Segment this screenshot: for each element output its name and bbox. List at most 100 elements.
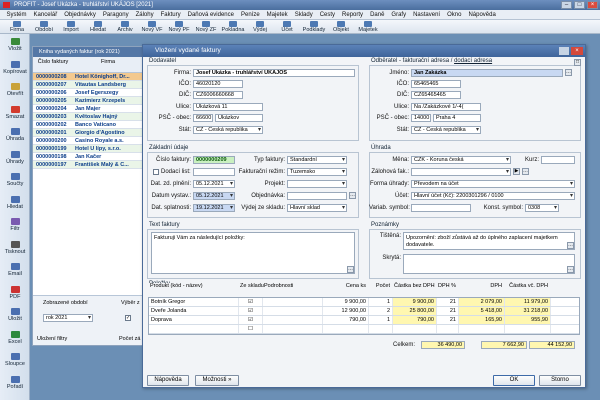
table-row[interactable]: 0000000198 Jan Kačer	[33, 153, 149, 161]
menu-item-0[interactable]: Systém	[3, 12, 30, 18]
toolbar-button-3[interactable]: Hledat	[85, 21, 111, 33]
currency-select[interactable]: CZK - Koruna česká	[411, 156, 511, 164]
menu-item-15[interactable]: Okno	[444, 12, 465, 18]
item-cell-4[interactable]: 2	[369, 307, 393, 315]
order-field[interactable]	[287, 192, 347, 200]
table-row[interactable]: 0000000206 Josef Egerszegy	[33, 89, 149, 97]
leftbar-button-8[interactable]: Filtr	[0, 218, 30, 232]
invoice-number-field[interactable]: 0000000209	[193, 156, 235, 164]
table-row[interactable]: Doprava ☑ 790,00 1 790,00 21 165,90 955,90	[149, 316, 579, 325]
toolbar-button-4[interactable]: Archiv	[112, 21, 138, 33]
payment-method-select[interactable]: Převodem na účet	[411, 180, 575, 188]
toolbar-button-12[interactable]: Objekt	[328, 21, 354, 33]
help-button[interactable]: Nápověda	[147, 375, 189, 386]
menu-item-5[interactable]: Faktury	[157, 12, 184, 18]
leftbar-button-11[interactable]: PDF	[0, 285, 30, 300]
item-cell-4[interactable]	[369, 325, 393, 333]
item-cell-0[interactable]: Doprava	[149, 316, 239, 324]
item-cell-4[interactable]: 1	[369, 298, 393, 306]
table-row[interactable]: 0000000207 Vitautas Landsberg	[33, 81, 149, 89]
from-stock-checkbox[interactable]: ☑	[248, 308, 253, 314]
printed-note-area[interactable]: Upozornění: zboží zůstává až do úplného …	[403, 232, 575, 250]
table-row[interactable]: 0000000203 Květoslav Hajný	[33, 113, 149, 121]
table-row[interactable]: 0000000205 Kazimierz Krzepels	[33, 97, 149, 105]
options-button[interactable]: Možnosti »	[195, 375, 239, 386]
leftbar-button-10[interactable]: Email	[0, 263, 30, 277]
table-row[interactable]: 0000000202 Banco Vaticano	[33, 121, 149, 129]
menu-item-8[interactable]: Majetek	[263, 12, 291, 18]
project-select[interactable]	[287, 180, 347, 188]
close-app-button[interactable]: ×	[587, 1, 598, 9]
due-date-field[interactable]: 19.12.2021	[193, 204, 235, 212]
leftbar-button-1[interactable]: Kopírovat	[0, 60, 30, 75]
dialog-maximize-button[interactable]	[559, 47, 569, 55]
leftbar-button-14[interactable]: Sloupce	[0, 353, 30, 367]
customer-ico-field[interactable]: 65465465	[411, 80, 461, 88]
menu-item-12[interactable]: Daně	[367, 12, 388, 18]
from-stock-checkbox[interactable]: ☑	[248, 299, 253, 305]
customer-name-field[interactable]: Jan Zakázka	[411, 69, 563, 77]
cancel-button[interactable]: Storno	[539, 375, 581, 386]
advance-select[interactable]	[411, 168, 511, 176]
invoice-text-expand-button[interactable]: …	[347, 266, 354, 273]
toolbar-button-11[interactable]: Podklady	[301, 21, 327, 33]
table-row[interactable]: ☐	[149, 325, 579, 334]
supplier-city-field[interactable]: Ukázkov	[215, 114, 263, 122]
ok-button[interactable]: OK	[493, 375, 535, 386]
table-row[interactable]: 0000000201 Giorgio d'Agostino	[33, 129, 149, 137]
table-row[interactable]: 0000000197 František Malý & C...	[33, 161, 149, 169]
leftbar-button-2[interactable]: Otevřít	[0, 83, 30, 97]
table-row[interactable]: 0000000200 Casino Royale a.s.	[33, 137, 149, 145]
item-cell-3[interactable]: 12 900,00	[323, 307, 369, 315]
leftbar-button-15[interactable]: Pořadí	[0, 375, 30, 390]
supplier-zip-field[interactable]: 66600	[193, 114, 213, 122]
item-cell-3[interactable]	[323, 325, 369, 333]
warehouse-select[interactable]: Hlavní sklad	[287, 204, 347, 212]
supplier-dic-field[interactable]: CZ6006660668	[193, 91, 243, 99]
menu-item-7[interactable]: Peníze	[237, 12, 263, 18]
table-row[interactable]: 0000000199 Hotel U lípy, s.r.o.	[33, 145, 149, 153]
period-select[interactable]: rok 2021	[43, 314, 93, 322]
menu-item-6[interactable]: Daňová evidence	[184, 12, 237, 18]
customer-pick-button[interactable]: …	[565, 69, 572, 76]
toolbar-button-5[interactable]: Nový VF	[139, 21, 165, 33]
item-cell-3[interactable]: 9 900,00	[323, 298, 369, 306]
leftbar-button-13[interactable]: Excel	[0, 330, 30, 345]
delivery-address-link[interactable]: dodací adresa	[454, 58, 492, 64]
toolbar-button-6[interactable]: Nový PF	[166, 21, 192, 33]
order-pick-button[interactable]: …	[349, 192, 356, 199]
customer-country-select[interactable]: CZ - Česká republika	[411, 126, 481, 134]
maximize-button[interactable]: □	[574, 1, 585, 9]
account-select[interactable]: Hlavní účet (Kč): 2200301296 / 0100	[411, 192, 575, 200]
advance-go-button[interactable]: ▶	[513, 168, 520, 175]
item-cell-0[interactable]: Dveře Jolanda	[149, 307, 239, 315]
hidden-note-area[interactable]	[403, 254, 575, 274]
menu-item-9[interactable]: Sklady	[291, 12, 316, 18]
from-stock-checkbox[interactable]: ☑	[248, 317, 253, 323]
leftbar-button-6[interactable]: Součty	[0, 173, 30, 187]
item-cell-3[interactable]: 790,00	[323, 316, 369, 324]
toolbar-button-9[interactable]: Výdej	[247, 21, 273, 33]
supplier-street-field[interactable]: Ukázková 11	[193, 103, 263, 111]
printed-note-expand-button[interactable]: …	[567, 242, 574, 249]
tax-date-field[interactable]: 05.12.2021	[193, 180, 235, 188]
table-row[interactable]: Botník Gregor ☑ 9 900,00 1 9 900,00 21 2 079,0…	[149, 298, 579, 307]
table-row[interactable]: 0000000208 Hotel Könighoff, Dr...	[33, 73, 149, 81]
menu-item-4[interactable]: Zálohy	[132, 12, 157, 18]
leftbar-button-12[interactable]: Uložit	[0, 308, 30, 322]
menu-item-16[interactable]: Nápověda	[465, 12, 499, 18]
leftbar-button-0[interactable]: Vložit	[0, 38, 30, 52]
customer-zip-field[interactable]: 14000	[411, 114, 431, 122]
leftbar-button-3[interactable]: Smazat	[0, 105, 30, 120]
invoice-text-area[interactable]: Fakturuji Vám za následující položky:	[151, 232, 355, 274]
dialog-close-button[interactable]: ×	[571, 47, 583, 55]
menu-item-14[interactable]: Nastavení	[410, 12, 444, 18]
invoice-type-select[interactable]: Standardní	[287, 156, 347, 164]
constant-symbol-select[interactable]: 0308	[525, 204, 559, 212]
column-company[interactable]: Firma	[73, 57, 143, 72]
hidden-note-expand-button[interactable]: …	[567, 266, 574, 273]
menu-item-11[interactable]: Reporty	[339, 12, 367, 18]
table-row[interactable]: 0000000204 Jan Majer	[33, 105, 149, 113]
customer-street-field[interactable]: Na /Zakázkové 1/-4(	[411, 103, 481, 111]
toolbar-button-1[interactable]: Období	[31, 21, 57, 33]
